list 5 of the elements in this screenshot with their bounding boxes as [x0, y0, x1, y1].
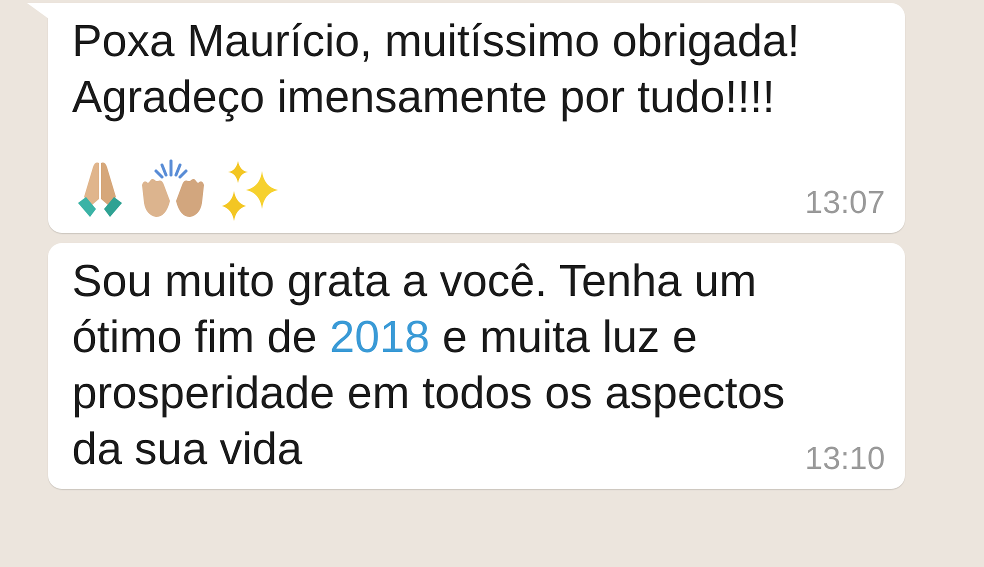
message-time: 13:07: [804, 184, 885, 221]
message-text: Sou muito grata a você. Tenha um ótimo fim de 2018 e muita luz e prosperidade em todos os aspectos da sua vida: [72, 254, 785, 476]
message-time: 13:10: [804, 440, 885, 477]
message-text: Poxa Maurício, muitíssimo obrigada! Agradeço imensamente por tudo!!!!: [72, 14, 800, 124]
date-link[interactable]: 2018: [330, 311, 430, 362]
